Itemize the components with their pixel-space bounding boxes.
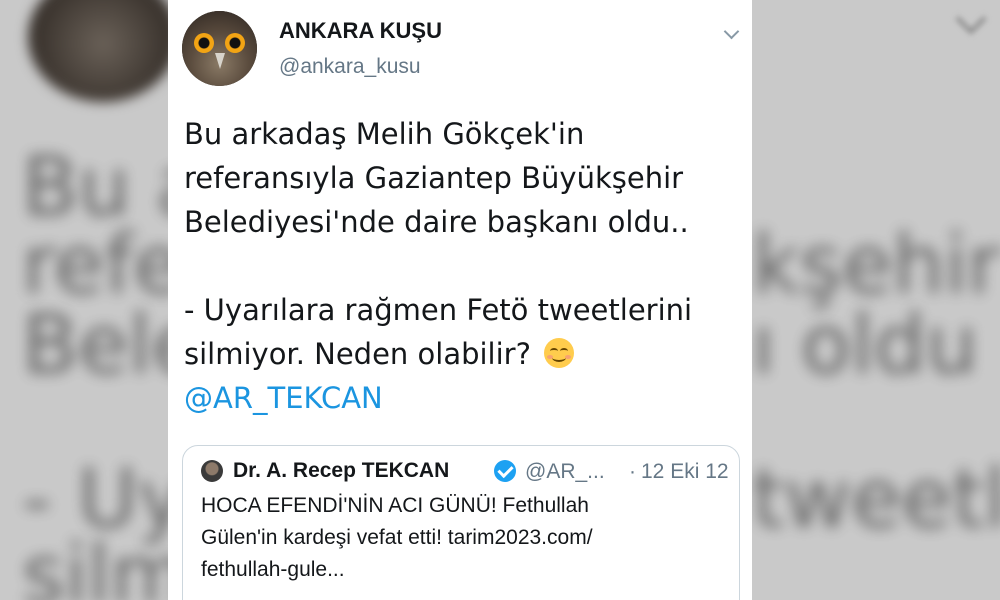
owl-eye-icon bbox=[225, 33, 245, 53]
quoted-text: HOCA EFENDİ'NİN ACI GÜNÜ! Fethullah Güle… bbox=[201, 490, 731, 586]
quoted-date[interactable]: 12 Eki 12 bbox=[641, 460, 729, 484]
blurred-text: ı oldu bbox=[752, 298, 978, 393]
blurred-chevron-icon bbox=[955, 3, 987, 35]
tweet-text-line: referansıyla Gaziantep Büyükşehir bbox=[184, 161, 684, 195]
quoted-text-line: fethullah-gule... bbox=[201, 558, 345, 581]
tweet-text-line: Belediyesi'nde daire başkanı oldu.. bbox=[184, 205, 689, 239]
tweet-text-line: silmiyor. Neden olabilir? bbox=[184, 332, 744, 376]
owl-avatar[interactable] bbox=[182, 11, 257, 86]
quoted-text-line: HOCA EFENDİ'NİN ACI GÜNÜ! Fethullah bbox=[201, 494, 589, 517]
verified-badge-icon bbox=[494, 460, 516, 482]
quoted-author-handle[interactable]: @AR_... bbox=[525, 460, 605, 484]
chevron-down-icon[interactable] bbox=[723, 23, 740, 40]
author-display-name[interactable]: ANKARA KUŞU bbox=[279, 18, 442, 44]
tweet-text-line: - Uyarılara rağmen Fetö tweetlerini bbox=[184, 293, 693, 327]
quoted-tweet[interactable]: Dr. A. Recep TEKCAN @AR_... · 12 Eki 12 … bbox=[182, 445, 740, 600]
mention-link[interactable]: @AR_TEKCAN bbox=[184, 376, 744, 420]
tweet-text: Bu arkadaş Melih Gökçek'in referansıyla … bbox=[184, 112, 744, 420]
quoted-author-name[interactable]: Dr. A. Recep TEKCAN bbox=[233, 459, 449, 483]
owl-face bbox=[182, 11, 257, 86]
owl-beak-icon bbox=[215, 53, 225, 69]
author-handle[interactable]: @ankara_kusu bbox=[279, 55, 421, 79]
blurred-text: tweetlerini bbox=[752, 452, 1000, 547]
tweet-text-line: Bu arkadaş Melih Gökçek'in bbox=[184, 117, 585, 151]
tweet-card: ANKARA KUŞU @ankara_kusu Bu arkadaş Meli… bbox=[168, 0, 752, 600]
blurred-avatar bbox=[28, 0, 178, 102]
separator-dot: · bbox=[629, 460, 636, 483]
quoted-text-line: Gülen'in kardeşi vefat etti! tarim2023.c… bbox=[201, 526, 593, 549]
tweet-text-segment: silmiyor. Neden olabilir? bbox=[184, 337, 531, 371]
smiling-face-emoji-icon bbox=[544, 338, 575, 368]
owl-eye-icon bbox=[194, 33, 214, 53]
quoted-author-avatar[interactable] bbox=[201, 460, 223, 482]
